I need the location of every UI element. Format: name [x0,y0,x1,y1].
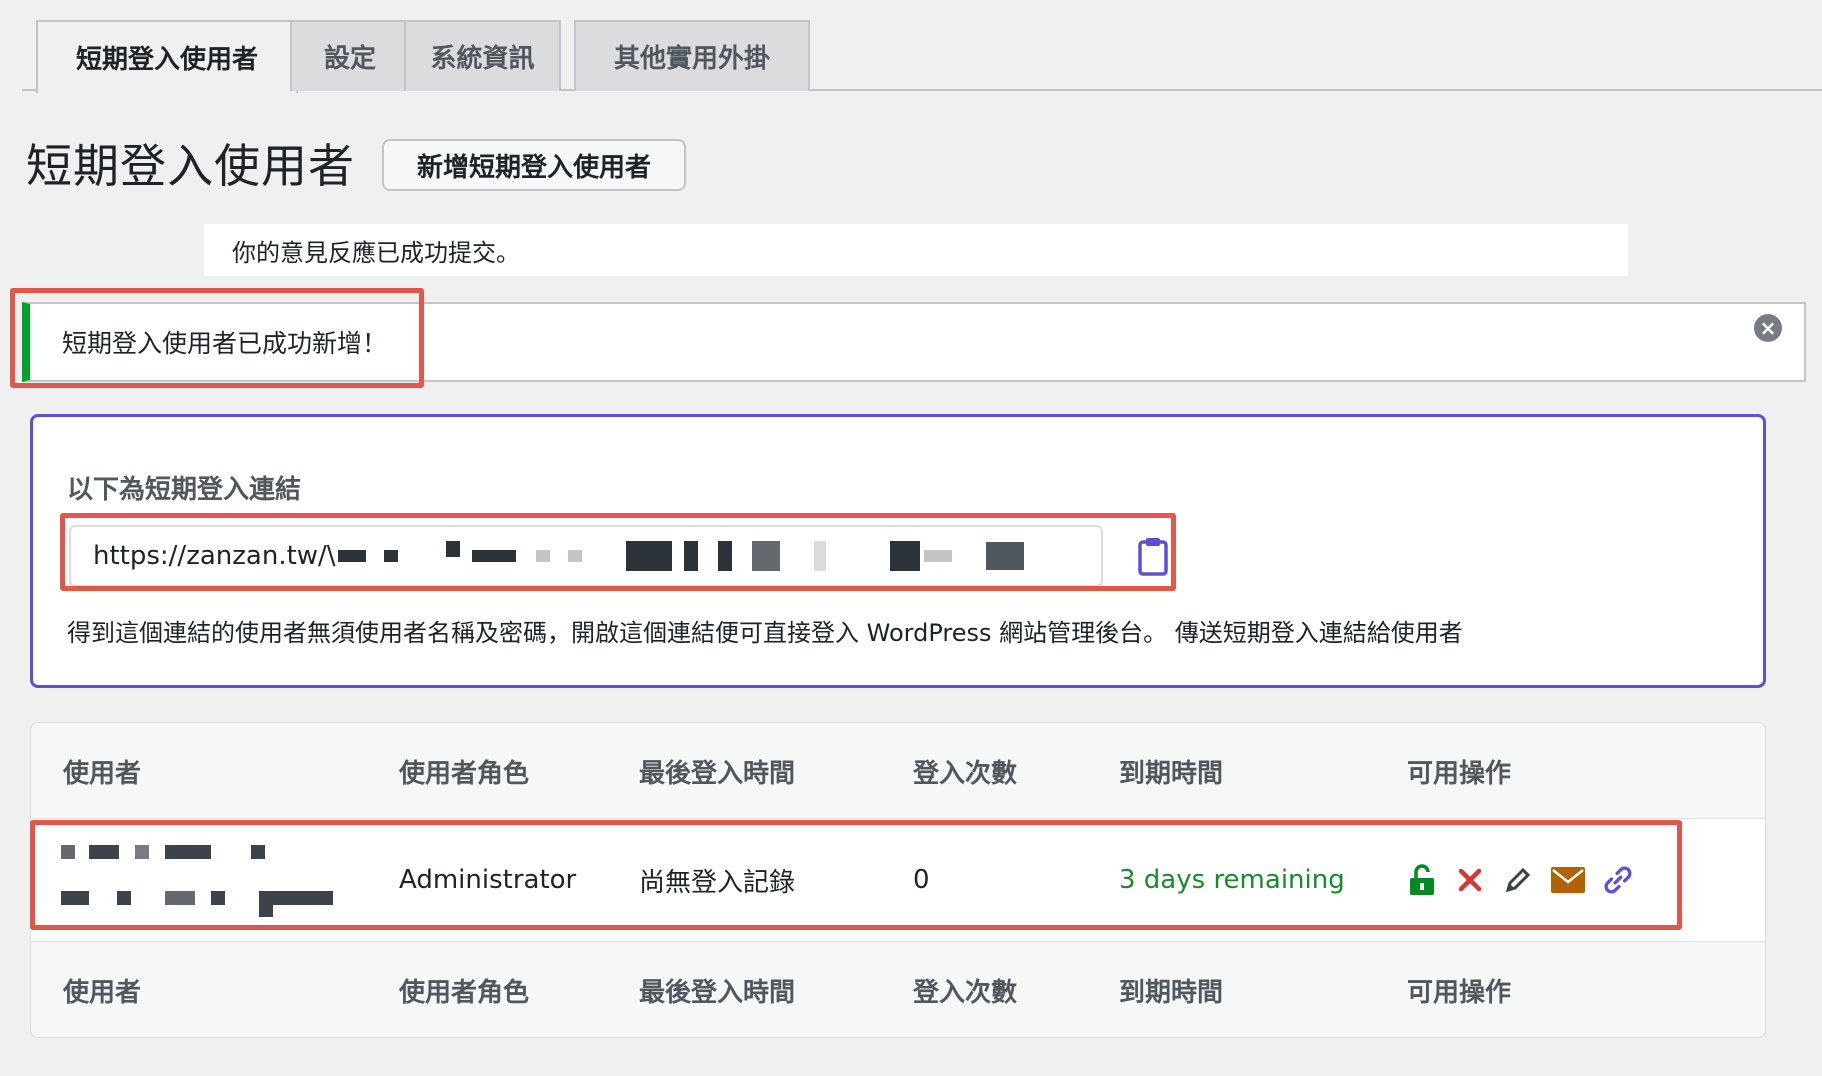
temporary-users-table: 使用者 使用者角色 最後登入時間 登入次數 到期時間 可用操作 Administ [30,722,1766,1038]
col-expiry: 到期時間 [1119,758,1224,789]
col-last-login: 最後登入時間 [639,758,796,789]
add-temporary-user-button[interactable]: 新增短期登入使用者 [382,139,686,191]
plugin-page: 短期登入使用者 設定 系統資訊 其他實用外掛 短期登入使用者 新增短期登入使用者… [0,0,1822,1076]
table-row: Administrator 尚無登入記錄 0 3 days remaining [31,819,1765,941]
email-icon [1551,867,1585,893]
redacted-url-part [889,541,920,571]
feedback-notice: 你的意見反應已成功提交。 [204,224,1628,276]
feedback-notice-text: 你的意見反應已成功提交。 [232,238,520,267]
col-last-login-footer: 最後登入時間 [639,977,796,1008]
login-link-caption: 以下為短期登入連結 [67,475,302,505]
tab-other-plugins[interactable]: 其他實用外掛 [574,20,810,91]
success-notice: 短期登入使用者已成功新增！ × [22,302,1806,382]
col-login-count-footer: 登入次數 [913,977,1018,1008]
login-link-panel: 以下為短期登入連結 https://zanzan.tw/\ 得到這個連結的使用者 [30,414,1766,688]
copy-link-button[interactable] [1103,523,1203,589]
col-login-count: 登入次數 [913,758,1018,789]
redacted-url-part [337,550,366,562]
col-user-footer: 使用者 [63,977,142,1008]
user-role: Administrator [399,865,577,895]
login-link-field[interactable]: https://zanzan.tw/\ [69,525,1103,587]
clipboard-icon [1138,538,1168,576]
redacted-url-part [471,550,516,562]
redacted-url-part [445,541,460,557]
unlock-icon [1410,864,1434,895]
delete-button[interactable] [1455,865,1485,895]
email-button[interactable] [1551,865,1585,895]
redacted-url-part [985,542,1024,570]
redacted-url-part [567,550,582,562]
login-link-description: 得到這個連結的使用者無須使用者名稱及密碼，開啟這個連結便可直接登入 WordPr… [67,619,1463,647]
tab-settings[interactable]: 設定 [290,20,410,91]
last-login: 尚無登入記錄 [639,867,796,898]
redacted-url-part [625,541,672,571]
redacted-url-part [751,541,780,571]
col-role-footer: 使用者角色 [399,977,530,1008]
table-header: 使用者 使用者角色 最後登入時間 登入次數 到期時間 可用操作 [31,723,1765,819]
success-notice-text: 短期登入使用者已成功新增！ [62,329,388,358]
col-user: 使用者 [63,758,142,789]
col-actions: 可用操作 [1407,758,1512,789]
col-actions-footer: 可用操作 [1407,977,1512,1008]
redacted-url-part [383,550,398,562]
redacted-url-part [923,550,952,562]
unlock-button[interactable] [1407,864,1437,895]
login-link-url: https://zanzan.tw/\ [93,541,336,571]
link-icon [1604,866,1632,894]
page-title: 短期登入使用者 [26,139,355,193]
redacted-url-part [535,550,550,562]
copy-link-row-button[interactable] [1603,865,1633,895]
tab-temporary-users[interactable]: 短期登入使用者 [36,20,298,93]
redacted-user-info [61,845,333,917]
edit-icon [1505,867,1531,893]
redacted-url-part [717,541,732,571]
col-role: 使用者角色 [399,758,530,789]
tab-system-info[interactable]: 系統資訊 [404,20,561,91]
expiry-status: 3 days remaining [1119,865,1345,895]
redacted-url-part [813,541,826,571]
edit-button[interactable] [1503,865,1533,895]
col-expiry-footer: 到期時間 [1119,977,1224,1008]
redacted-url-part [683,541,698,571]
login-count: 0 [913,865,930,895]
dismiss-notice-icon[interactable]: × [1754,314,1782,342]
row-actions [1407,819,1633,941]
delete-icon [1458,868,1482,892]
nav-tabs: 短期登入使用者 設定 系統資訊 其他實用外掛 [22,20,1822,93]
table-footer: 使用者 使用者角色 最後登入時間 登入次數 到期時間 可用操作 [31,941,1765,1037]
